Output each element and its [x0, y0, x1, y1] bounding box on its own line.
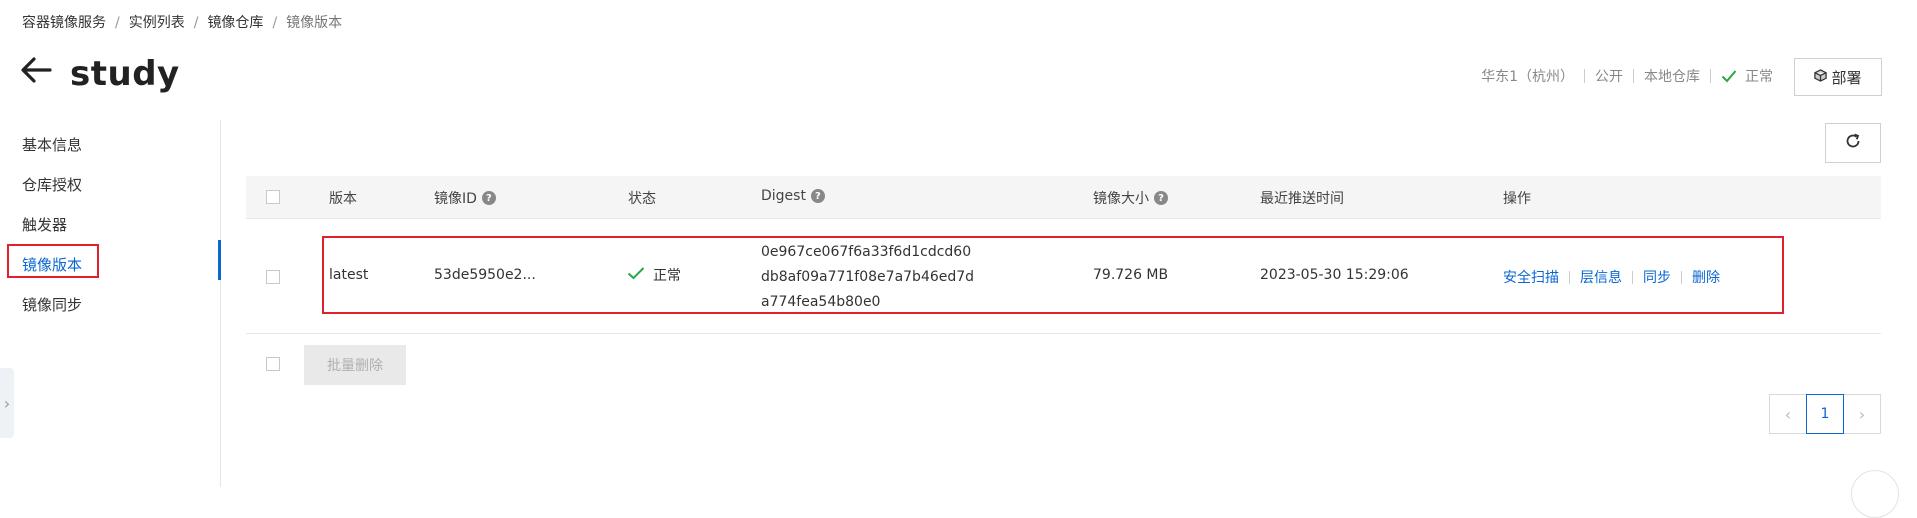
security-scan-link[interactable]: 安全扫描: [1503, 267, 1559, 287]
divider: [1710, 69, 1711, 83]
page-title: study: [70, 54, 180, 94]
digest-line: a774fea54b80e0: [761, 294, 881, 310]
breadcrumb-separator: /: [115, 15, 120, 31]
sidebar-toggle[interactable]: ›: [0, 368, 14, 438]
sidebar-item-image-sync[interactable]: 镜像同步: [22, 294, 82, 315]
pagination: ‹ 1 ›: [1769, 394, 1881, 434]
prev-page-button[interactable]: ‹: [1769, 394, 1807, 434]
breadcrumb-separator: /: [272, 15, 278, 31]
layer-info-link[interactable]: 层信息: [1580, 267, 1622, 287]
row-image-id: 53de5950e2...: [434, 267, 536, 283]
help-icon[interactable]: ?: [1154, 191, 1168, 205]
row-digest: 0e967ce067f6a33f6d1cdcd60 db8af09a771f08…: [761, 240, 974, 315]
breadcrumb-item-repositories[interactable]: 镜像仓库: [207, 15, 263, 31]
row-status-label: 正常: [653, 268, 681, 284]
digest-line: 0e967ce067f6a33f6d1cdcd60: [761, 244, 972, 260]
col-image-id: 镜像ID: [434, 191, 477, 207]
row-size: 79.726 MB: [1093, 267, 1169, 283]
help-icon[interactable]: ?: [481, 191, 496, 205]
repo-type-label: 本地仓库: [1644, 69, 1700, 85]
divider: [1569, 270, 1570, 284]
help-icon[interactable]: ?: [810, 189, 825, 203]
next-page-button[interactable]: ›: [1843, 394, 1881, 434]
repo-meta: 华东1（杭州） 公开 本地仓库 正常: [1481, 66, 1773, 86]
check-icon: [1721, 69, 1737, 83]
row-divider: [246, 333, 1881, 334]
check-icon: [627, 266, 645, 284]
cube-icon: [1814, 68, 1828, 86]
refresh-button[interactable]: [1825, 123, 1881, 163]
sync-link[interactable]: 同步: [1643, 267, 1671, 287]
row-actions: 安全扫描 层信息 同步 删除: [1503, 267, 1720, 287]
col-size: 镜像大小: [1093, 191, 1149, 207]
breadcrumb: 容器镜像服务 / 实例列表 / 镜像仓库 / 镜像版本: [22, 12, 342, 32]
chevron-right-icon: ›: [3, 393, 11, 413]
col-digest: Digest: [761, 188, 806, 204]
row-version: latest: [329, 267, 369, 283]
col-actions: 操作: [1503, 191, 1531, 207]
visibility-label: 公开: [1595, 69, 1623, 85]
active-item-highlight: [7, 244, 99, 278]
row-divider: [246, 218, 1881, 219]
breadcrumb-item-service[interactable]: 容器镜像服务: [22, 15, 106, 31]
row-checkbox[interactable]: [266, 270, 280, 284]
batch-checkbox-wrap: [266, 357, 280, 371]
digest-line: db8af09a771f08e7a7b46ed7d: [761, 269, 975, 285]
active-indicator: [218, 240, 221, 280]
col-version: 版本: [329, 191, 357, 207]
table-header: 版本 镜像ID? 状态 Digest? 镜像大小? 最近推送时间 操作: [246, 176, 1881, 218]
select-all-checkbox[interactable]: [266, 190, 280, 204]
batch-delete-button[interactable]: 批量删除: [304, 345, 406, 385]
col-status: 状态: [628, 191, 656, 207]
breadcrumb-current: 镜像版本: [286, 15, 343, 31]
divider: [1632, 270, 1633, 284]
divider: [1584, 69, 1585, 83]
row-checkbox-wrap: [266, 270, 280, 284]
repo-status-label: 正常: [1745, 69, 1773, 85]
delete-link[interactable]: 删除: [1692, 267, 1720, 287]
breadcrumb-item-instances[interactable]: 实例列表: [129, 15, 185, 31]
col-pushed-at: 最近推送时间: [1260, 191, 1344, 207]
divider: [1633, 69, 1634, 83]
deploy-label: 部署: [1831, 68, 1862, 87]
refresh-icon: [1844, 132, 1862, 154]
sidebar-divider: [220, 120, 221, 487]
chevron-left-icon: ‹: [1784, 404, 1792, 424]
row-status: 正常: [627, 265, 681, 285]
page-button[interactable]: 1: [1806, 394, 1844, 434]
sidebar-item-repo-auth[interactable]: 仓库授权: [22, 174, 82, 195]
deploy-button[interactable]: 部署: [1794, 58, 1882, 96]
floating-help-button[interactable]: [1851, 470, 1899, 518]
batch-select-checkbox[interactable]: [266, 357, 280, 371]
row-pushed-at: 2023-05-30 15:29:06: [1260, 267, 1409, 283]
breadcrumb-separator: /: [193, 15, 199, 31]
sidebar-item-triggers[interactable]: 触发器: [22, 214, 67, 235]
back-arrow-icon[interactable]: [18, 52, 54, 88]
sidebar-item-basic-info[interactable]: 基本信息: [22, 134, 82, 155]
divider: [1681, 270, 1682, 284]
region-label: 华东1（杭州）: [1481, 69, 1574, 85]
chevron-right-icon: ›: [1858, 404, 1866, 424]
